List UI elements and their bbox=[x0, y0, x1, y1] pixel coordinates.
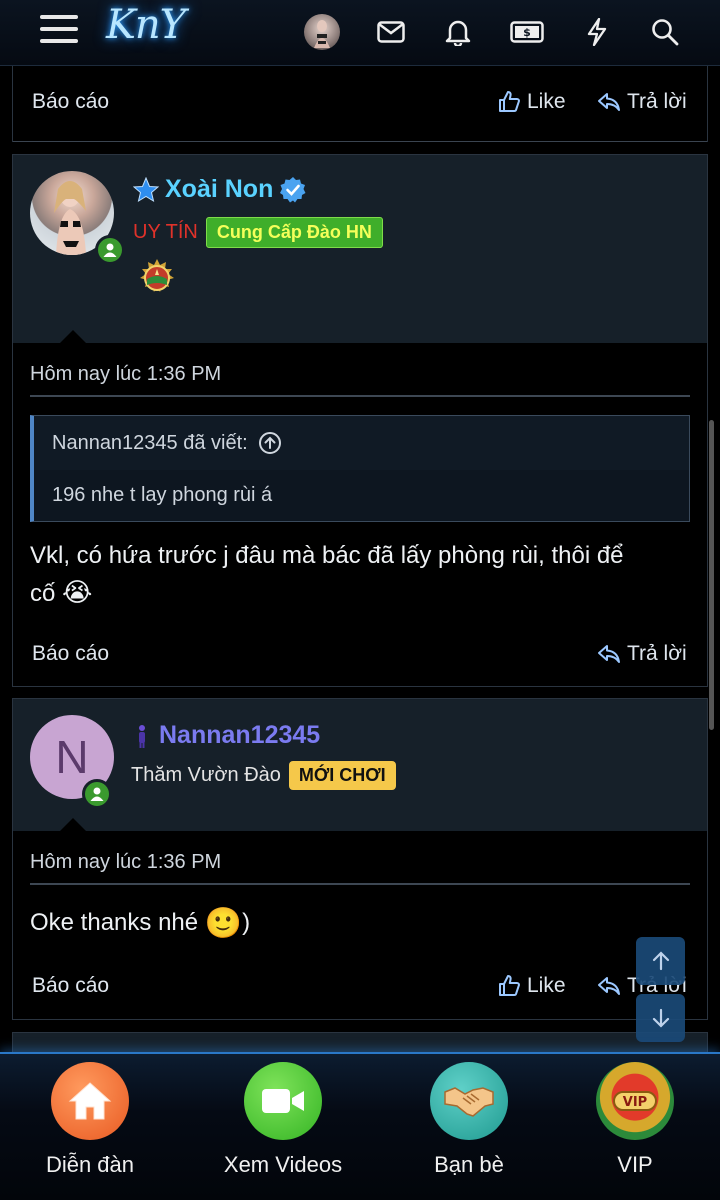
reply-label: Trả lời bbox=[627, 90, 687, 113]
smiley-emoji-icon: 🙂 bbox=[204, 907, 243, 940]
user-title: Thăm Vườn Đào bbox=[131, 764, 281, 786]
like-label: Like bbox=[527, 974, 566, 997]
nav-label: Diễn đàn bbox=[45, 1152, 135, 1177]
quote-block: Nannan12345 đã viết: 196 nhe t lay phong… bbox=[30, 415, 690, 522]
mail-icon[interactable] bbox=[373, 14, 409, 50]
post-pointer bbox=[59, 818, 87, 832]
like-button[interactable]: Like bbox=[497, 974, 566, 998]
divider bbox=[30, 395, 690, 397]
previous-post-footer: Báo cáo Like Trả lời bbox=[12, 66, 708, 142]
thumbs-up-icon bbox=[499, 91, 520, 112]
menu-icon[interactable] bbox=[40, 15, 78, 47]
report-label: Báo cáo bbox=[32, 90, 110, 113]
user-title: UY TÍN bbox=[133, 221, 198, 243]
report-label: Báo cáo bbox=[32, 642, 110, 665]
post-pointer bbox=[59, 330, 87, 344]
message-line: cố 😭 bbox=[30, 574, 690, 612]
search-icon[interactable] bbox=[647, 14, 683, 50]
svg-text:$: $ bbox=[523, 26, 531, 39]
top-header: KnY $ bbox=[0, 0, 720, 66]
verified-badge-icon bbox=[280, 176, 306, 202]
quote-text: 196 nhe t lay phong rùi á bbox=[52, 484, 273, 506]
online-status-icon bbox=[82, 779, 112, 809]
user-title-row: Thăm Vườn Đào MỚI CHƠI bbox=[131, 761, 396, 790]
message-tail: ) bbox=[242, 909, 251, 936]
site-logo[interactable]: KnY bbox=[106, 2, 186, 48]
post-xoai-non: Xoài Non UY TÍN Cung Cấp Đào HN Hôm nay … bbox=[12, 154, 708, 687]
username-row: Xoài Non bbox=[133, 175, 307, 204]
report-link[interactable]: Báo cáo bbox=[32, 974, 109, 998]
next-post-partial bbox=[12, 1032, 708, 1052]
scroll-top-button[interactable] bbox=[636, 937, 685, 985]
user-banner-badge: MỚI CHƠI bbox=[288, 761, 396, 790]
reply-icon bbox=[598, 93, 620, 111]
nav-label: Xem Videos bbox=[223, 1152, 343, 1177]
nav-friends[interactable]: Bạn bè bbox=[384, 1062, 554, 1178]
message-text: Oke thanks nhé bbox=[30, 909, 199, 936]
post-message: Oke thanks nhé 🙂) bbox=[13, 885, 707, 942]
video-camera-icon bbox=[244, 1062, 322, 1140]
quote-author: Nannan12345 đã viết: bbox=[52, 431, 248, 454]
like-button[interactable]: Like bbox=[497, 90, 566, 114]
scrollbar[interactable] bbox=[709, 420, 714, 730]
scroll-bottom-button[interactable] bbox=[636, 994, 685, 1042]
online-status-icon bbox=[95, 235, 125, 265]
post-footer: Báo cáo Trả lời bbox=[13, 626, 707, 688]
bottom-navigation: Diễn đàn Xem Videos Bạn bè VIP VIP bbox=[0, 1052, 720, 1200]
thread-content: Báo cáo Like Trả lời Xoài Non UY TÍN Cun… bbox=[0, 66, 720, 1052]
nav-videos[interactable]: Xem Videos bbox=[198, 1062, 368, 1178]
bell-icon[interactable] bbox=[440, 14, 476, 50]
post-date[interactable]: Hôm nay lúc 1:36 PM bbox=[13, 343, 707, 395]
vip-medal-icon: VIP bbox=[596, 1062, 674, 1140]
arrow-up-circle-icon[interactable] bbox=[258, 431, 282, 455]
handshake-icon bbox=[430, 1062, 508, 1140]
post-footer: Báo cáo Like Trả lời bbox=[13, 960, 707, 1022]
message-line: Vkl, có hứa trước j đâu mà bác đã lấy ph… bbox=[30, 542, 624, 569]
like-label: Like bbox=[527, 90, 566, 113]
home-icon bbox=[51, 1062, 129, 1140]
thumbs-up-icon bbox=[499, 975, 520, 996]
money-icon[interactable]: $ bbox=[509, 14, 545, 50]
username[interactable]: Nannan12345 bbox=[159, 721, 320, 750]
svg-text:VIP: VIP bbox=[623, 1095, 647, 1110]
reply-icon bbox=[598, 977, 620, 995]
username-row: Nannan12345 bbox=[133, 721, 320, 750]
star-icon bbox=[133, 176, 159, 202]
report-link[interactable]: Báo cáo bbox=[32, 642, 109, 666]
report-label: Báo cáo bbox=[32, 974, 110, 997]
nav-vip[interactable]: VIP VIP bbox=[550, 1062, 720, 1178]
post-author-block: Xoài Non UY TÍN Cung Cấp Đào HN bbox=[13, 155, 707, 344]
quote-header[interactable]: Nannan12345 đã viết: bbox=[34, 416, 689, 470]
reply-icon bbox=[598, 645, 620, 663]
reply-button[interactable]: Trả lời bbox=[597, 642, 687, 666]
post-author-block: N Nannan12345 Thăm Vườn Đào MỚI CHƠI bbox=[13, 699, 707, 832]
user-avatar[interactable] bbox=[304, 14, 340, 50]
arrow-down-icon bbox=[652, 1008, 669, 1028]
username[interactable]: Xoài Non bbox=[165, 175, 273, 204]
reply-button[interactable]: Trả lời bbox=[597, 90, 687, 114]
arrow-up-icon bbox=[652, 951, 669, 971]
message-text: cố bbox=[30, 580, 56, 607]
nav-label: VIP bbox=[617, 1152, 653, 1177]
crying-emoji-icon: 😭 bbox=[62, 577, 93, 607]
nav-label: Bạn bè bbox=[434, 1152, 504, 1177]
figure-icon bbox=[139, 724, 145, 748]
post-message: Vkl, có hứa trước j đâu mà bác đã lấy ph… bbox=[13, 522, 707, 612]
reply-label: Trả lời bbox=[627, 642, 687, 665]
trophy-medal-icon[interactable] bbox=[135, 257, 179, 306]
lightning-icon[interactable] bbox=[579, 14, 615, 50]
post-date[interactable]: Hôm nay lúc 1:36 PM bbox=[13, 831, 707, 883]
nav-forum[interactable]: Diễn đàn bbox=[5, 1062, 175, 1178]
post-nannan12345: N Nannan12345 Thăm Vườn Đào MỚI CHƠI Hôm… bbox=[12, 698, 708, 1020]
report-link[interactable]: Báo cáo bbox=[32, 90, 109, 114]
user-title-row: UY TÍN Cung Cấp Đào HN bbox=[133, 217, 383, 248]
user-banner-badge: Cung Cấp Đào HN bbox=[205, 217, 383, 248]
